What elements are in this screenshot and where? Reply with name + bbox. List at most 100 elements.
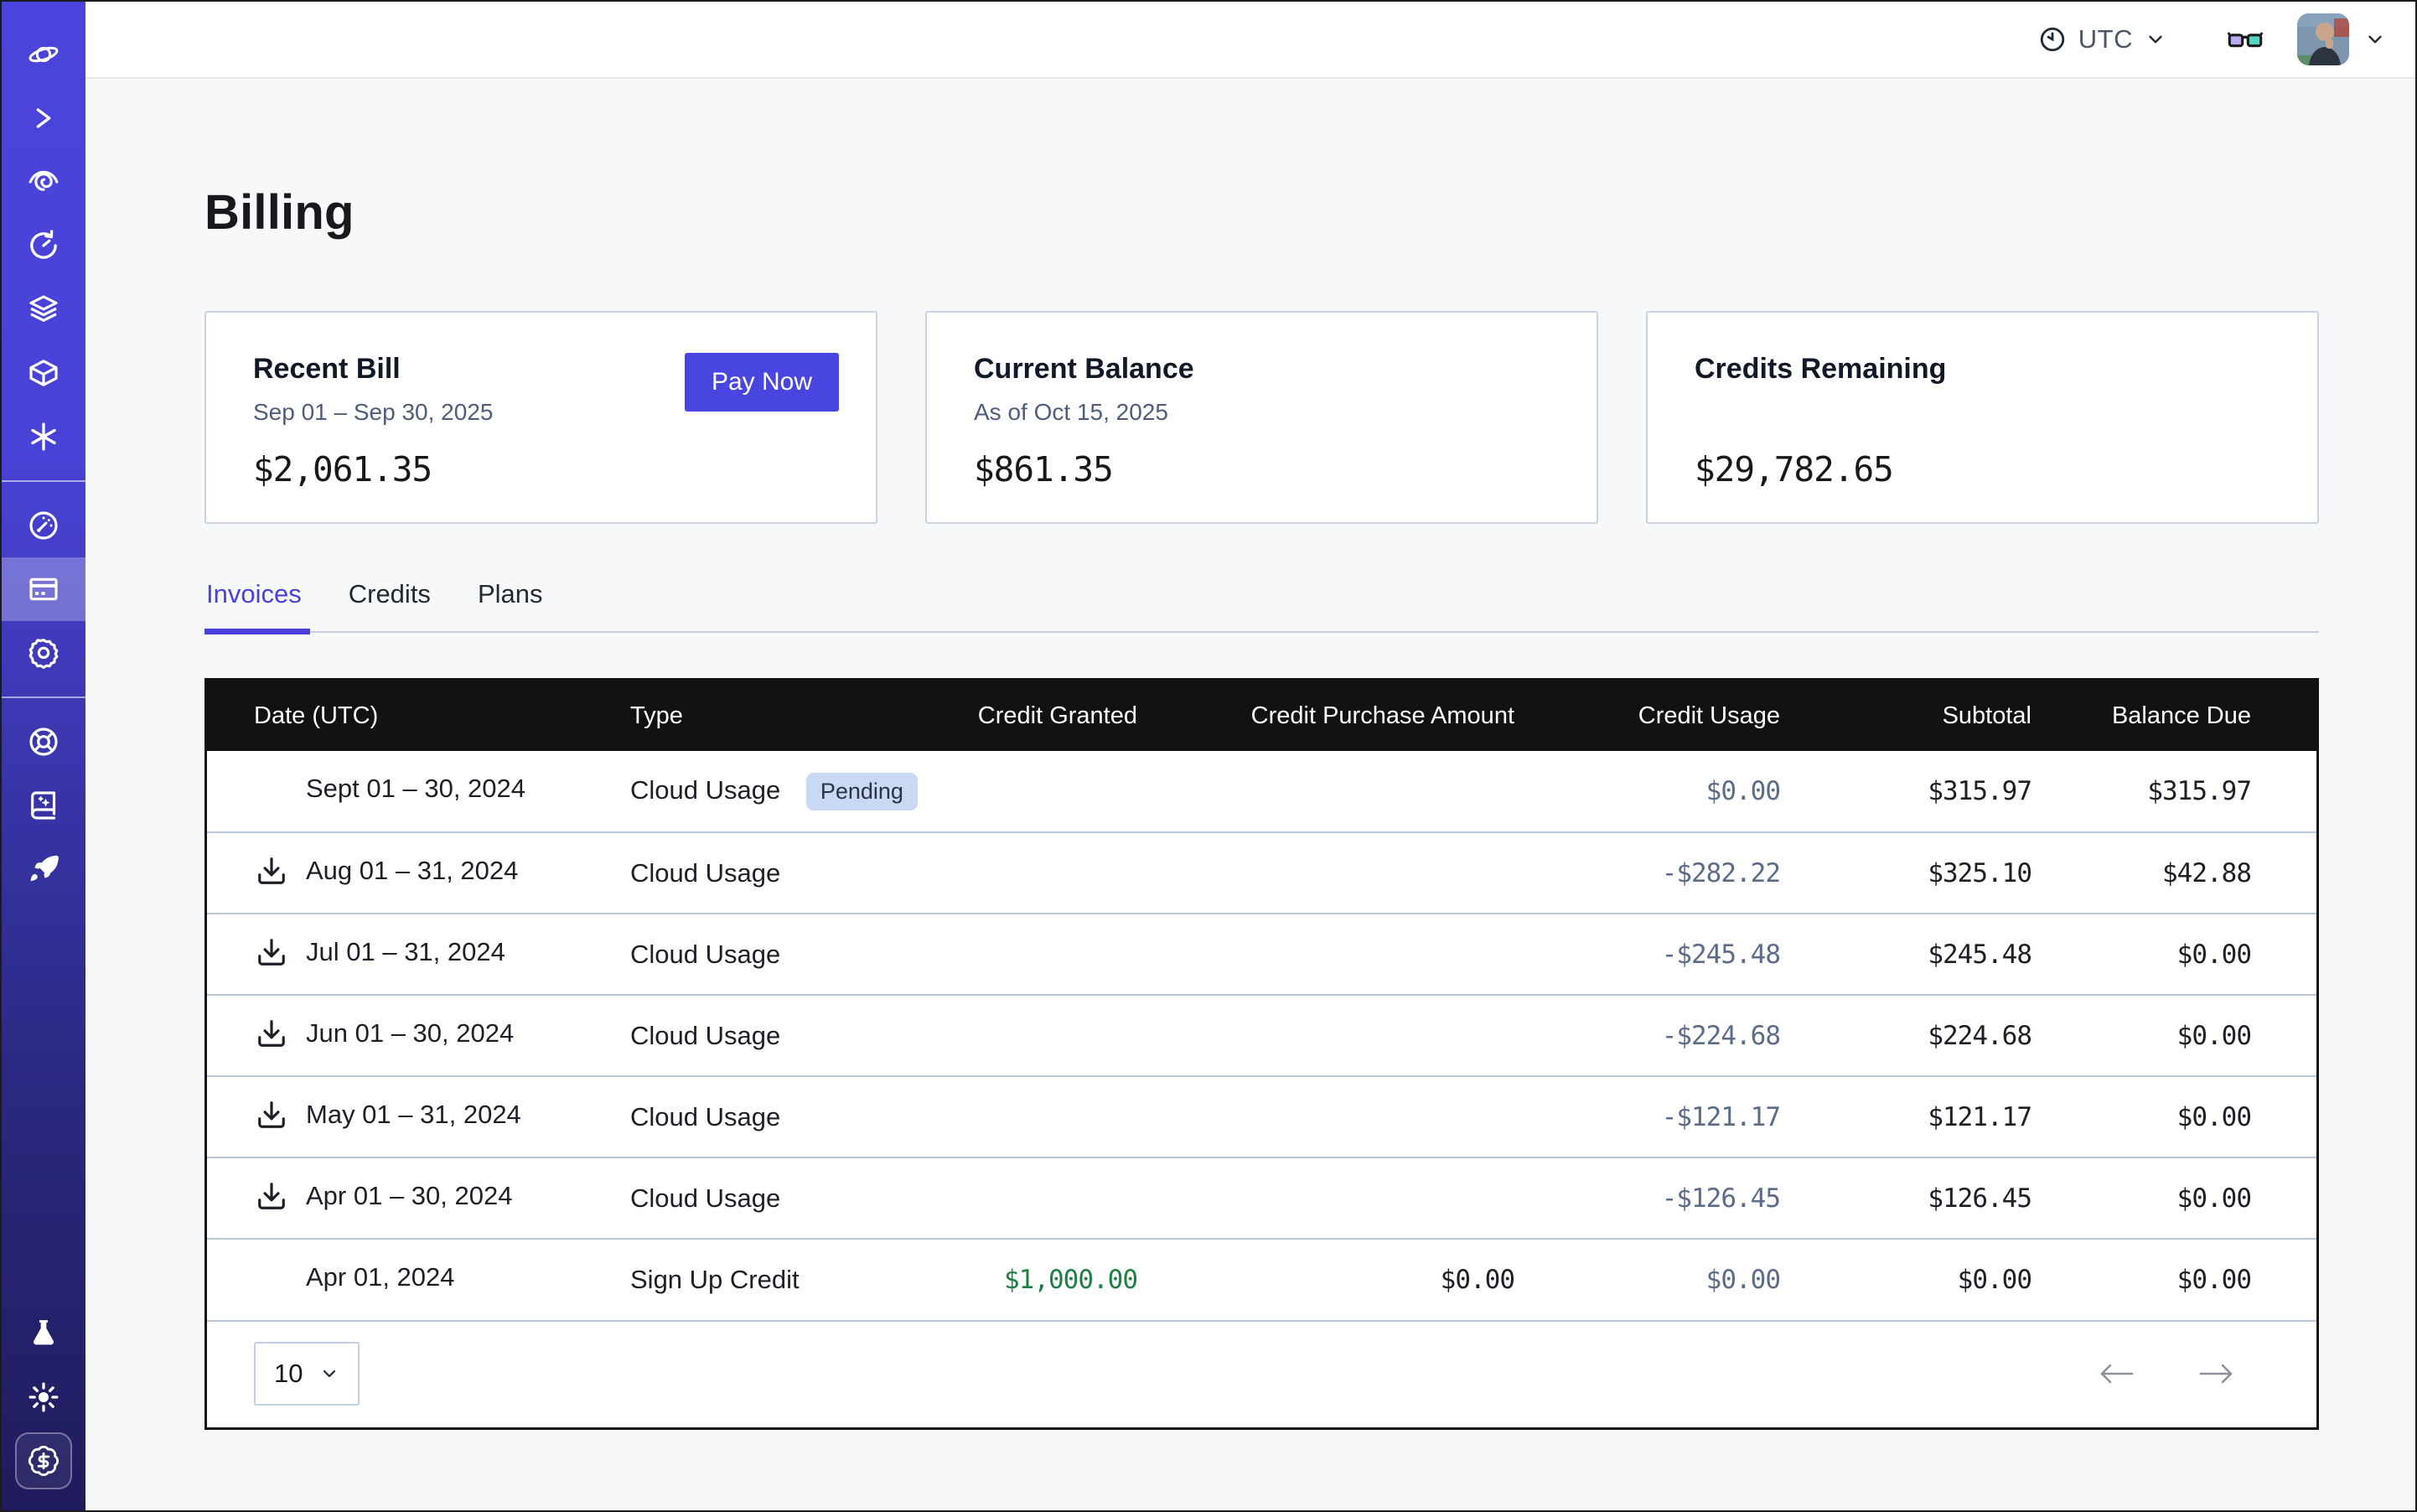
summary-cards: Recent Bill Sep 01 – Sep 30, 2025 $2,061…: [204, 311, 2319, 524]
sidebar-item-history[interactable]: [2, 214, 85, 277]
card-amount: $2,061.35: [253, 449, 839, 489]
balance-due-value: $315.97: [2031, 751, 2316, 832]
table-body: Sept 01 – 30, 2024 Cloud Usage Pending $…: [207, 751, 2316, 1320]
subtotal-value: $245.48: [1780, 914, 2031, 995]
user-avatar[interactable]: [2297, 13, 2349, 65]
reader-glasses-icon[interactable]: [2227, 21, 2264, 58]
credit-purchase-value: [1137, 914, 1514, 995]
invoice-type: Cloud Usage: [630, 1183, 780, 1213]
main-area: UTC: [85, 2, 2416, 1510]
subtotal-value: $325.10: [1780, 832, 2031, 914]
card-amount: $29,782.65: [1695, 449, 2280, 489]
invoice-type: Cloud Usage: [630, 1021, 780, 1050]
sidebar-item-logo[interactable]: [2, 23, 85, 86]
page-size-select[interactable]: 10: [254, 1342, 360, 1406]
dollar-badge-icon: [27, 1444, 60, 1478]
invoice-row[interactable]: Apr 01, 2024 Sign Up Credit $1,000.00 $0…: [207, 1239, 2316, 1320]
download-invoice-icon[interactable]: [254, 1097, 289, 1132]
timezone-selector[interactable]: UTC: [2038, 24, 2166, 54]
column-header-date: Date (UTC): [207, 681, 630, 751]
clock-icon: [2038, 25, 2067, 54]
sidebar-item-theme[interactable]: [2, 1365, 85, 1429]
invoices-table: Date (UTC) Type Credit Granted Credit Pu…: [207, 681, 2316, 1320]
chevron-right-icon: [27, 101, 60, 135]
invoice-date: Apr 01, 2024: [306, 1262, 455, 1292]
invoice-date: Jun 01 – 30, 2024: [306, 1018, 514, 1049]
sidebar-divider: [2, 480, 85, 482]
next-page-icon[interactable]: [2197, 1359, 2236, 1388]
sidebar-item-settings[interactable]: [2, 621, 85, 685]
sidebar-item-support[interactable]: [2, 710, 85, 774]
tab-credits[interactable]: Credits: [347, 579, 432, 631]
vision-spiral-icon: [27, 165, 60, 199]
download-invoice-icon[interactable]: [254, 1016, 289, 1051]
sidebar-item-docs[interactable]: [2, 774, 85, 837]
invoice-row[interactable]: May 01 – 31, 2024 Cloud Usage -$121.17 $…: [207, 1076, 2316, 1157]
subtotal-value: $126.45: [1780, 1157, 2031, 1239]
card-subtitle: As of Oct 15, 2025: [974, 399, 1560, 427]
sidebar: [2, 2, 85, 1510]
credit-granted-value: $1,000.00: [942, 1239, 1137, 1320]
content: Billing Recent Bill Sep 01 – Sep 30, 202…: [85, 79, 2416, 1510]
credit-purchase-value: [1137, 1157, 1514, 1239]
sidebar-item-layers[interactable]: [2, 277, 85, 341]
sidebar-item-functions[interactable]: [2, 405, 85, 469]
invoices-table-container: Date (UTC) Type Credit Granted Credit Pu…: [204, 678, 2319, 1430]
download-invoice-icon[interactable]: [254, 1178, 289, 1214]
credit-usage-value: $0.00: [1514, 751, 1780, 832]
column-header-credit-granted: Credit Granted: [942, 681, 1137, 751]
balance-due-value: $0.00: [2031, 1157, 2316, 1239]
sidebar-divider: [2, 696, 85, 698]
sidebar-item-expand[interactable]: [2, 86, 85, 150]
sidebar-item-usage-cost[interactable]: [15, 1432, 72, 1489]
invoice-row[interactable]: Jun 01 – 30, 2024 Cloud Usage -$224.68 $…: [207, 995, 2316, 1076]
credit-granted-value: [942, 914, 1137, 995]
credit-usage-value: -$126.45: [1514, 1157, 1780, 1239]
page-size-value: 10: [274, 1359, 303, 1389]
sidebar-item-billing[interactable]: [2, 557, 85, 621]
download-invoice-icon[interactable]: [254, 935, 289, 970]
sidebar-item-packages[interactable]: [2, 341, 85, 405]
chevron-down-icon[interactable]: [2364, 28, 2386, 50]
credit-purchase-value: [1137, 1076, 1514, 1157]
tab-invoices[interactable]: Invoices: [204, 579, 303, 631]
card-current-balance: Current Balance As of Oct 15, 2025 $861.…: [925, 311, 1598, 524]
credit-purchase-value: $0.00: [1137, 1239, 1514, 1320]
sidebar-item-vision[interactable]: [2, 150, 85, 214]
credit-granted-value: [942, 751, 1137, 832]
subtotal-value: $121.17: [1780, 1076, 2031, 1157]
asterisk-icon: [27, 420, 60, 453]
pagination-bar: 10: [207, 1320, 2316, 1427]
invoice-row[interactable]: Apr 01 – 30, 2024 Cloud Usage -$126.45 $…: [207, 1157, 2316, 1239]
credit-purchase-value: [1137, 832, 1514, 914]
sidebar-item-dashboard[interactable]: [2, 494, 85, 557]
timer-icon: [27, 229, 60, 262]
layers-icon: [27, 293, 60, 326]
avatar-image: [2297, 13, 2349, 65]
rocket-icon: [27, 852, 60, 886]
card-title: Credits Remaining: [1695, 353, 2280, 386]
planet-logo-icon: [27, 38, 60, 71]
credit-granted-value: [942, 995, 1137, 1076]
card-credits-remaining: Credits Remaining $29,782.65: [1646, 311, 2319, 524]
download-invoice-icon[interactable]: [254, 853, 289, 888]
invoice-date: May 01 – 31, 2024: [306, 1100, 521, 1130]
flask-icon: [27, 1317, 60, 1350]
cube-icon: [27, 356, 60, 390]
card-subtitle: [1695, 399, 2280, 427]
subtotal-value: $0.00: [1780, 1239, 2031, 1320]
sidebar-item-getting-started[interactable]: [2, 837, 85, 901]
previous-page-icon[interactable]: [2097, 1359, 2135, 1388]
pager-arrows: [2097, 1359, 2280, 1388]
credit-purchase-value: [1137, 995, 1514, 1076]
credit-usage-value: $0.00: [1514, 1239, 1780, 1320]
pay-now-button[interactable]: Pay Now: [685, 353, 839, 412]
balance-due-value: $0.00: [2031, 1239, 2316, 1320]
tab-plans[interactable]: Plans: [476, 579, 545, 631]
invoice-type: Cloud Usage: [630, 1102, 780, 1131]
invoice-row[interactable]: Sept 01 – 30, 2024 Cloud Usage Pending $…: [207, 751, 2316, 832]
invoice-row[interactable]: Aug 01 – 31, 2024 Cloud Usage -$282.22 $…: [207, 832, 2316, 914]
invoice-row[interactable]: Jul 01 – 31, 2024 Cloud Usage -$245.48 $…: [207, 914, 2316, 995]
invoice-type: Cloud Usage: [630, 858, 780, 888]
sidebar-item-labs[interactable]: [2, 1302, 85, 1365]
